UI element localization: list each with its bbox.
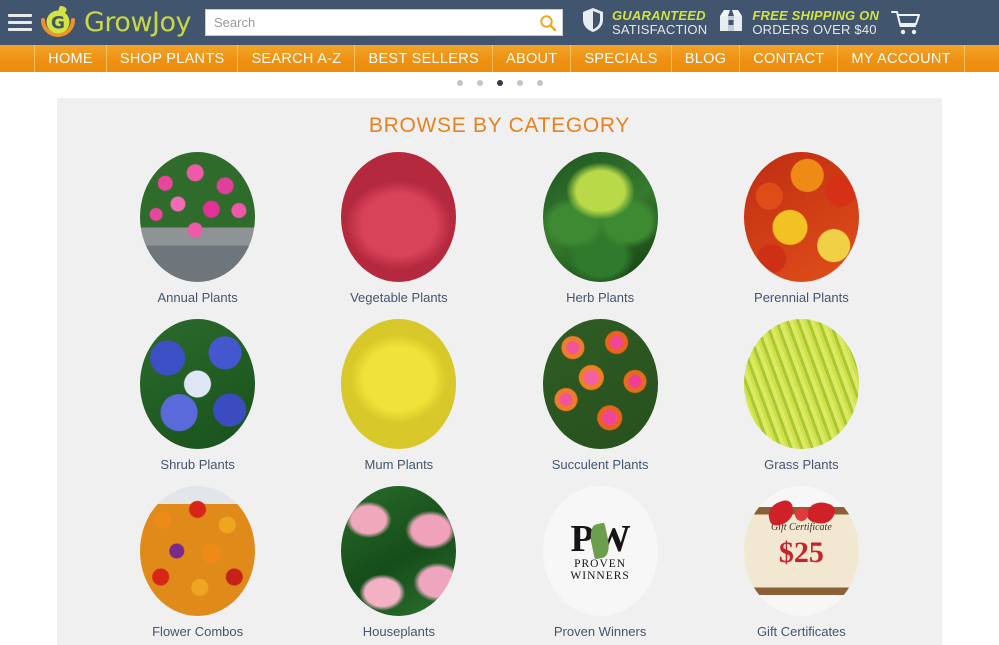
proven-winners-logo-image: PW PROVEN WINNERS xyxy=(542,486,658,616)
nav-item-blog[interactable]: BLOG xyxy=(672,45,741,72)
nav-item-home[interactable]: HOME xyxy=(34,45,107,72)
shrub-plants-image xyxy=(140,319,256,449)
carousel-dot-2[interactable] xyxy=(476,80,483,86)
svg-text:G: G xyxy=(51,13,65,33)
site-logo-text: GrowJoy xyxy=(84,7,192,38)
nav-item-contact[interactable]: CONTACT xyxy=(740,45,839,72)
houseplants-image xyxy=(341,486,457,616)
category-label: Annual Plants xyxy=(157,290,238,305)
category-label: Proven Winners xyxy=(553,624,647,639)
category-label: Houseplants xyxy=(362,624,436,639)
category-card-mum-plants[interactable]: Mum Plants xyxy=(298,319,499,472)
nav-item-best-sellers[interactable]: BEST SELLERS xyxy=(355,45,493,72)
search-icon[interactable] xyxy=(538,13,558,33)
main-navigation: HOME SHOP PLANTS SEARCH A-Z BEST SELLERS… xyxy=(0,45,999,72)
flower-combos-image xyxy=(140,486,256,616)
shipping-box-icon xyxy=(717,7,745,38)
nav-item-shop-plants[interactable]: SHOP PLANTS xyxy=(107,45,239,72)
perennial-plants-image xyxy=(743,152,859,282)
pw-name-line1: PROVEN xyxy=(574,557,627,570)
gift-certificate-image: Gift Certificate $25 xyxy=(743,486,859,616)
annual-plants-image xyxy=(140,152,256,282)
promo-free-shipping: FREE SHIPPING ON ORDERS OVER $40 xyxy=(717,7,879,38)
category-grid: Annual Plants Vegetable Plants Herb Plan… xyxy=(57,152,942,639)
promo-shipping-line2: ORDERS OVER $40 xyxy=(752,21,877,37)
red-bow-icon xyxy=(765,498,838,534)
category-label: Succulent Plants xyxy=(551,457,649,472)
succulent-plants-image xyxy=(542,319,658,449)
hamburger-menu-icon[interactable] xyxy=(8,12,32,34)
header-promos: GUARANTEED SATISFACTION FREE SHIPPING ON… xyxy=(581,7,879,38)
category-label: Gift Certificates xyxy=(756,624,846,639)
category-label: Flower Combos xyxy=(152,624,244,639)
category-card-succulent-plants[interactable]: Succulent Plants xyxy=(500,319,701,472)
site-logo[interactable]: G GrowJoy xyxy=(38,3,192,43)
site-header: G GrowJoy GUARANTEED SATISFACTI xyxy=(0,0,999,45)
growjoy-g-leaf-logo-icon: G xyxy=(38,3,78,43)
category-card-herb-plants[interactable]: Herb Plants xyxy=(500,152,701,305)
category-card-grass-plants[interactable]: Grass Plants xyxy=(701,319,902,472)
search-input[interactable] xyxy=(206,10,562,35)
nav-item-my-account[interactable]: MY ACCOUNT xyxy=(838,45,965,72)
category-label: Shrub Plants xyxy=(160,457,235,472)
carousel-dot-1[interactable] xyxy=(456,80,463,86)
vegetable-plants-image xyxy=(341,152,457,282)
nav-item-search-a-z[interactable]: SEARCH A-Z xyxy=(238,45,356,72)
carousel-pagination xyxy=(0,72,999,94)
promo-guaranteed-line2: SATISFACTION xyxy=(612,21,708,37)
nav-item-specials[interactable]: SPECIALS xyxy=(571,45,672,72)
category-card-vegetable-plants[interactable]: Vegetable Plants xyxy=(298,152,499,305)
category-card-annual-plants[interactable]: Annual Plants xyxy=(97,152,298,305)
category-card-proven-winners[interactable]: PW PROVEN WINNERS Proven Winners xyxy=(500,486,701,639)
promo-shipping-line1: FREE SHIPPING ON xyxy=(752,7,880,23)
category-card-flower-combos[interactable]: Flower Combos xyxy=(97,486,298,639)
category-card-shrub-plants[interactable]: Shrub Plants xyxy=(97,319,298,472)
shield-check-icon xyxy=(581,7,605,38)
page-title: BROWSE BY CATEGORY xyxy=(368,114,631,137)
carousel-dot-5[interactable] xyxy=(536,80,543,86)
promo-guaranteed-satisfaction: GUARANTEED SATISFACTION xyxy=(581,7,707,38)
category-label: Mum Plants xyxy=(364,457,434,472)
category-label: Vegetable Plants xyxy=(350,290,448,305)
gift-certificate-amount: $25 xyxy=(778,536,824,569)
category-card-gift-certificates[interactable]: Gift Certificate $25 Gift Certificates xyxy=(701,486,902,639)
category-label: Grass Plants xyxy=(764,457,839,472)
carousel-dot-4[interactable] xyxy=(516,80,523,86)
shopping-cart-icon[interactable] xyxy=(891,9,921,37)
category-label: Perennial Plants xyxy=(754,290,849,305)
search-bar xyxy=(205,9,563,36)
hamburger-bar xyxy=(8,14,32,17)
hamburger-bar xyxy=(8,28,32,31)
pw-name-line2: WINNERS xyxy=(570,570,630,582)
nav-item-about[interactable]: ABOUT xyxy=(493,45,572,72)
category-card-houseplants[interactable]: Houseplants xyxy=(298,486,499,639)
herb-plants-image xyxy=(542,152,658,282)
hamburger-bar xyxy=(8,21,32,24)
category-label: Herb Plants xyxy=(566,290,635,305)
mum-plants-image xyxy=(341,319,457,449)
promo-guaranteed-line1: GUARANTEED xyxy=(612,7,706,23)
carousel-dot-3[interactable] xyxy=(496,80,503,86)
grass-plants-image xyxy=(743,319,859,449)
category-card-perennial-plants[interactable]: Perennial Plants xyxy=(701,152,902,305)
browse-by-category-panel: BROWSE BY CATEGORY Annual Plants Vegetab… xyxy=(57,98,942,645)
